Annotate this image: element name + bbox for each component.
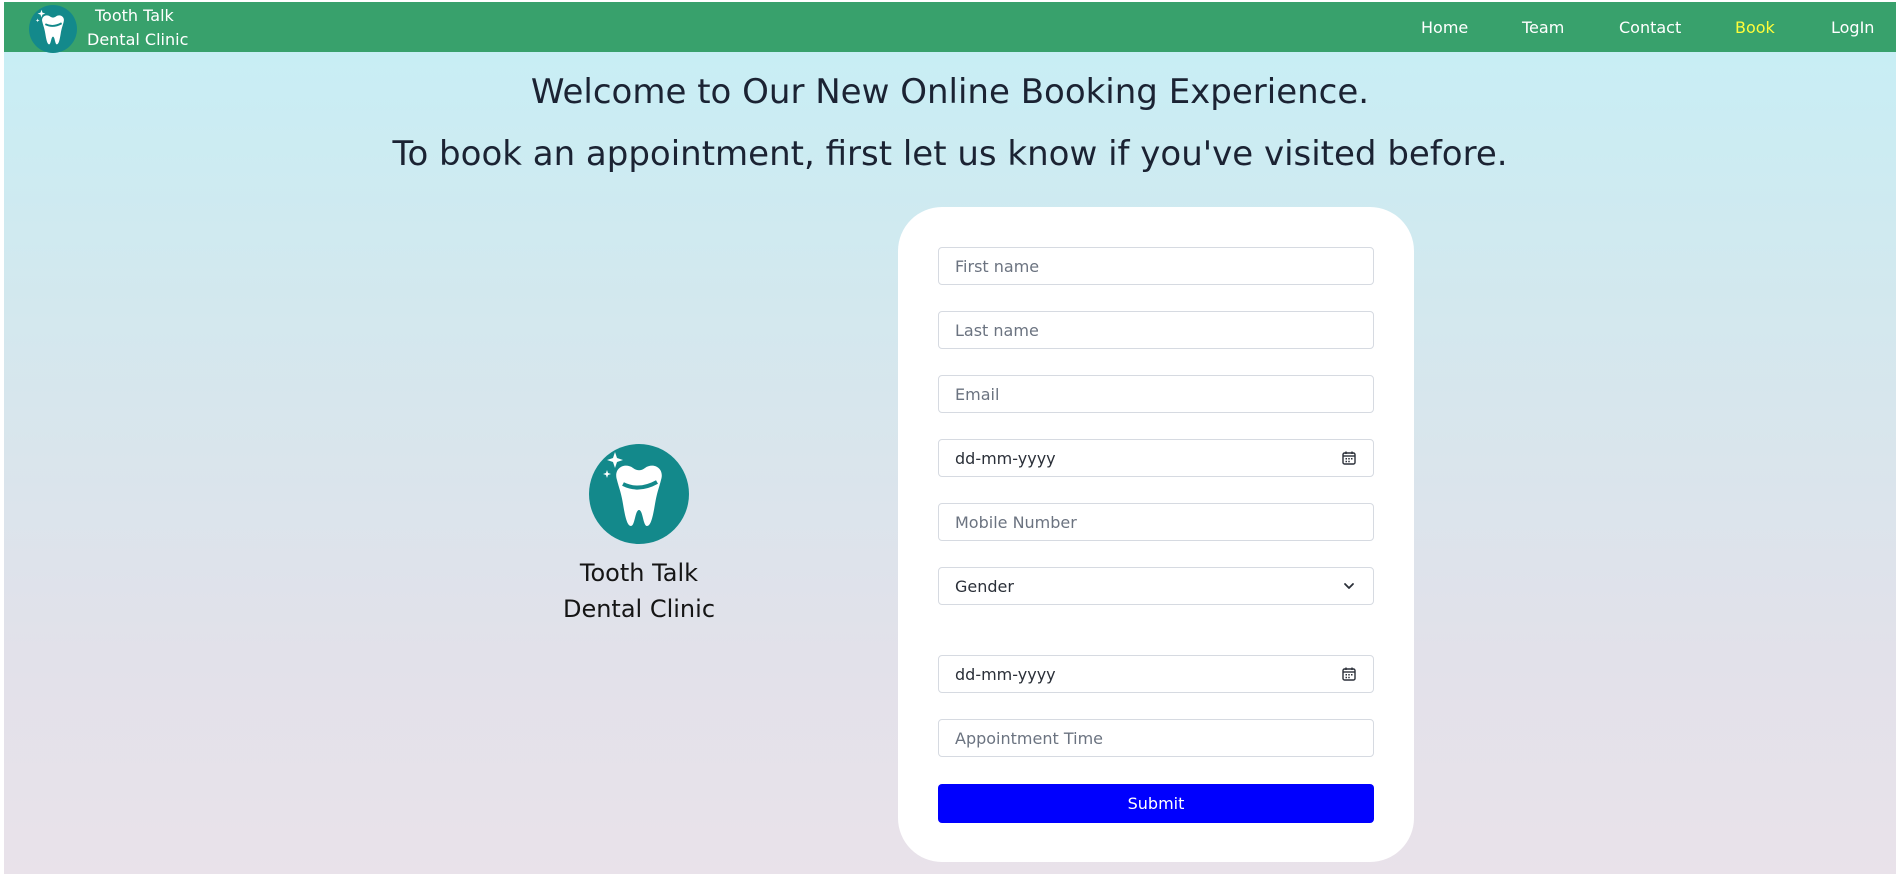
last-name-input[interactable] [938,311,1374,349]
instruction-heading: To book an appointment, first let us kno… [392,134,1508,174]
submit-button[interactable]: Submit [938,784,1374,823]
appointment-date-input[interactable]: dd-mm-yyyy [938,655,1374,693]
appointment-date-value: dd-mm-yyyy [955,664,1056,684]
mobile-number-input[interactable] [938,503,1374,541]
hero-clinic-name-line2: Dental Clinic [562,595,716,623]
email-input[interactable] [938,375,1374,413]
appointment-time-input[interactable] [938,719,1374,757]
gender-select[interactable]: Gender [938,567,1374,605]
brand-name-line2: Dental Clinic [87,30,189,49]
booking-form-card: dd-mm-yyyy Gender [898,207,1414,862]
nav-login-link[interactable]: LogIn [1831,18,1874,37]
nav-team-link[interactable]: Team [1522,18,1564,37]
first-name-input[interactable] [938,247,1374,285]
hero-clinic-name-line1: Tooth Talk [579,559,699,587]
nav-contact-link[interactable]: Contact [1619,18,1681,37]
gender-selected-value: Gender [955,576,1014,596]
brand-name-line1: Tooth Talk [95,6,174,25]
chevron-down-icon [1341,578,1357,594]
hero-tooth-logo-icon [589,444,689,544]
clinic-logo-icon[interactable] [29,5,77,53]
calendar-icon[interactable] [1341,666,1357,682]
nav-home-link[interactable]: Home [1421,18,1468,37]
welcome-heading: Welcome to Our New Online Booking Experi… [530,72,1370,112]
navbar: Tooth Talk Dental Clinic Home Team Conta… [4,2,1896,53]
calendar-icon[interactable] [1341,450,1357,466]
date-of-birth-input[interactable]: dd-mm-yyyy [938,439,1374,477]
page-frame: Tooth Talk Dental Clinic Home Team Conta… [4,2,1896,874]
nav-book-link[interactable]: Book [1735,18,1775,37]
date-of-birth-value: dd-mm-yyyy [955,448,1056,468]
